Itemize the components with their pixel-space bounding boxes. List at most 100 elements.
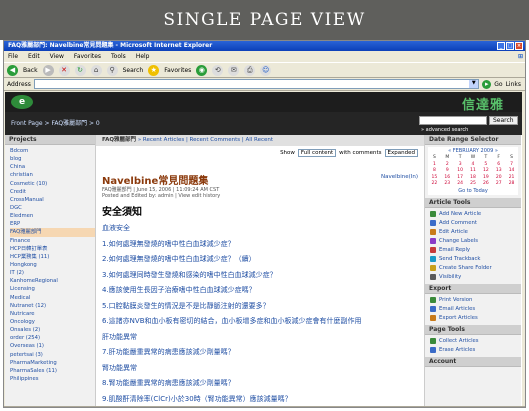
tool-link[interactable]: Edit Article [430, 228, 521, 237]
project-item[interactable]: Finance [10, 237, 95, 245]
project-item[interactable]: blog [10, 155, 95, 163]
article-line[interactable]: 7.肝功能嚴重異常的病患應該減少劑量嗎？ [102, 345, 418, 361]
project-item[interactable]: FAQ雅麗部門 [10, 228, 95, 237]
article-label-link[interactable]: Navelbine(In) [381, 174, 418, 180]
project-item[interactable]: Nutricare [10, 310, 95, 318]
project-item[interactable]: HCP日韓訂單表 [10, 245, 95, 253]
article-line[interactable]: 腎功能異常 [102, 361, 418, 377]
tool-label[interactable]: Add Comment [439, 219, 477, 228]
project-item[interactable]: christian [10, 171, 95, 179]
breadcrumb[interactable]: Front Page > FAQ雅麗部門 > 0 [11, 118, 100, 127]
recent-links[interactable]: » Recent Articles | Recent Comments | Al… [138, 137, 273, 143]
project-item[interactable]: Overseas (1) [10, 342, 95, 350]
tool-label[interactable]: Send Trackback [439, 255, 480, 264]
menu-help[interactable]: Help [136, 51, 150, 62]
project-item[interactable]: PharmaSales (11) [10, 367, 95, 375]
back-arrow-icon[interactable]: ◀ [7, 64, 18, 76]
project-item[interactable]: Onsales (2) [10, 326, 95, 334]
project-item[interactable]: Philippines [10, 375, 95, 383]
calendar-day[interactable]: 22 [428, 181, 441, 188]
advanced-search-link[interactable]: » advanced search [421, 127, 468, 133]
tool-link[interactable]: Send Trackback [430, 255, 521, 264]
refresh-icon[interactable]: ↻ [74, 64, 86, 76]
site-search-button[interactable]: Search [489, 116, 518, 125]
tool-label[interactable]: Collect Articles [439, 337, 479, 346]
tool-link[interactable]: Add Comment [430, 219, 521, 228]
project-item[interactable]: Licensing [10, 285, 95, 293]
tool-link[interactable]: Collect Articles [430, 337, 521, 346]
go-arrow-icon[interactable]: ▸ [482, 79, 492, 89]
tool-label[interactable]: Email Reply [439, 246, 470, 255]
search-icon[interactable]: ⚲ [106, 64, 118, 76]
tool-label[interactable]: Print Version [439, 296, 472, 305]
site-logo[interactable]: e [11, 95, 33, 109]
project-item[interactable]: Medical [10, 294, 95, 302]
project-item[interactable]: Nutranet (12) [10, 302, 95, 310]
address-input[interactable]: ▼ [33, 79, 480, 89]
calendar-day[interactable]: 26 [479, 181, 492, 188]
project-item[interactable]: KanhomeRegional [10, 277, 95, 285]
messenger-icon[interactable]: ☺ [260, 64, 272, 76]
tool-link[interactable]: Email Reply [430, 246, 521, 255]
article-line[interactable]: 4.應該使用生長因子治療嗜中性白血球減少症嗎？ [102, 283, 418, 299]
project-item[interactable]: Credit [10, 188, 95, 196]
project-item[interactable]: Oncology [10, 318, 95, 326]
show-select[interactable]: Full content [297, 149, 337, 157]
article-line[interactable]: 9.肌酸酐清除率(ClCr)小於30時（腎功能異常）應該減量嗎？ [102, 392, 418, 408]
menu-favorites[interactable]: Favorites [74, 51, 101, 62]
menu-edit[interactable]: Edit [28, 51, 40, 62]
address-dropdown-icon[interactable]: ▼ [469, 80, 479, 88]
tool-label[interactable]: Create Share Folder [439, 264, 492, 273]
tool-link[interactable]: Print Version [430, 296, 521, 305]
go-to-today-link[interactable]: Go to Today [428, 188, 518, 195]
article-line[interactable]: 1.如何處理無發燒的嗜中性白血球減少症？ [102, 237, 418, 253]
article-line[interactable]: 5.口腔黏膜炎發生的情況是不是比靜脈注射的還要多？ [102, 299, 418, 315]
project-item[interactable]: Hongkong [10, 261, 95, 269]
tool-label[interactable]: Add New Article [439, 210, 481, 219]
stop-icon[interactable]: ✕ [58, 64, 70, 76]
tool-link[interactable]: Erase Articles [430, 346, 521, 355]
project-item[interactable]: petertsai (3) [10, 351, 95, 359]
tool-label[interactable]: Export Articles [439, 314, 478, 323]
project-item[interactable]: DGC [10, 204, 95, 212]
article-line[interactable]: 2.如何處理無發燒的嗜中性白血球減少症？（續） [102, 252, 418, 268]
go-button[interactable]: Go [494, 81, 502, 88]
article-line[interactable]: 8.腎功能嚴重異常的病患應該減少劑量嗎？ [102, 376, 418, 392]
project-item[interactable]: IT (2) [10, 269, 95, 277]
links-button[interactable]: Links [506, 81, 525, 88]
print-icon[interactable]: ⎙ [244, 64, 256, 76]
project-item[interactable]: HCP業務集 (11) [10, 253, 95, 261]
calendar-month[interactable]: « FEBRUARY 2009 » [428, 147, 518, 155]
project-item[interactable]: China [10, 163, 95, 171]
tool-link[interactable]: Email Articles [430, 305, 521, 314]
comments-select[interactable]: Expanded [384, 149, 418, 157]
project-item[interactable]: ERP [10, 220, 95, 228]
tool-link[interactable]: Visibility [430, 273, 521, 282]
close-button[interactable]: × [515, 42, 523, 50]
tool-label[interactable]: Change Labels [439, 237, 478, 246]
tool-label[interactable]: Erase Articles [439, 346, 475, 355]
menu-tools[interactable]: Tools [111, 51, 126, 62]
project-item[interactable]: PharmaMarketing [10, 359, 95, 367]
project-item[interactable]: Cosmetic (10) [10, 180, 95, 188]
maximize-button[interactable]: □ [506, 42, 514, 50]
tool-link[interactable]: Export Articles [430, 314, 521, 323]
tool-label[interactable]: Email Articles [439, 305, 475, 314]
media-icon[interactable]: ◉ [196, 64, 208, 76]
tool-label[interactable]: Edit Article [439, 228, 468, 237]
calendar-day[interactable]: 27 [492, 181, 505, 188]
home-icon[interactable]: ⌂ [90, 64, 102, 76]
history-icon[interactable]: ⟲ [212, 64, 224, 76]
project-item[interactable]: order (254) [10, 334, 95, 342]
project-item[interactable]: Eledmen [10, 212, 95, 220]
tool-link[interactable]: Change Labels [430, 237, 521, 246]
calendar-day[interactable]: 23 [441, 181, 454, 188]
calendar-day[interactable]: 25 [467, 181, 480, 188]
search-toolbar-button[interactable]: Search [123, 67, 144, 74]
favorites-toolbar-button[interactable]: Favorites [164, 67, 191, 74]
back-button[interactable]: Back [23, 67, 38, 74]
tool-link[interactable]: Create Share Folder [430, 264, 521, 273]
project-item[interactable]: CrossManual [10, 196, 95, 204]
article-line[interactable]: 6.這諸亦NVB和血小板有密切的結合，血小板增多症和血小板減少症會有什麼副作用 [102, 314, 418, 330]
article-title[interactable]: Navelbine常見問題集 [102, 176, 208, 187]
